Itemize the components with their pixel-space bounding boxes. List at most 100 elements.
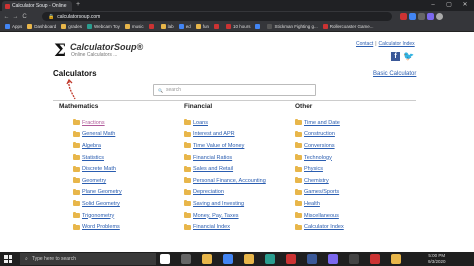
calculator-category-item[interactable]: Games/Sports <box>295 187 400 199</box>
bookmark-item[interactable]: grades <box>61 24 82 29</box>
calculator-category-item[interactable]: Financial Ratios <box>184 152 289 164</box>
category-link[interactable]: Saving and Investing <box>193 201 244 207</box>
category-link[interactable]: Algebra <box>82 143 101 149</box>
url-input[interactable]: 🔒 calculatorsoup.com <box>42 12 392 21</box>
category-link[interactable]: Financial Index <box>193 224 230 230</box>
calculator-category-item[interactable]: Statistics <box>73 152 178 164</box>
minimize-button[interactable]: – <box>426 0 440 10</box>
taskbar-search-input[interactable]: ⌕ Type here to search <box>20 253 156 265</box>
category-link[interactable]: Games/Sports <box>304 189 339 195</box>
taskbar-clock[interactable]: 5:00 PM 9/3/2020 <box>428 253 446 265</box>
calculator-category-item[interactable]: Trigonometry <box>73 210 178 222</box>
bookmark-item[interactable]: ed <box>178 24 191 29</box>
calculator-category-item[interactable]: General Math <box>73 129 178 141</box>
category-link[interactable]: Plane Geometry <box>82 189 122 195</box>
search-input[interactable]: 🔍 search <box>153 84 316 96</box>
close-window-button[interactable]: ✕ <box>458 0 472 10</box>
bookmark-item[interactable]: fun <box>195 24 209 29</box>
calculator-category-item[interactable]: Time and Date <box>295 117 400 129</box>
browser-tab[interactable]: Calculator Soup - Online Calculat <box>2 1 72 11</box>
calculator-category-item[interactable]: Construction <box>295 129 400 141</box>
calculator-category-item[interactable]: Depreciation <box>184 187 289 199</box>
logo-sigma-icon[interactable]: Σ <box>54 41 66 61</box>
taskbar-app-icon[interactable] <box>370 254 380 264</box>
calculator-category-item[interactable]: Fractions <box>73 117 178 129</box>
category-link[interactable]: Trigonometry <box>82 213 114 219</box>
category-link[interactable]: Money, Pay, Taxes <box>193 213 239 219</box>
extension-icon[interactable] <box>400 13 407 20</box>
bookmark-item[interactable]: Webcam Toy <box>87 24 120 29</box>
calculator-category-item[interactable]: Algebra <box>73 140 178 152</box>
category-link[interactable]: Conversions <box>304 143 335 149</box>
calculator-category-item[interactable]: Health <box>295 198 400 210</box>
category-link[interactable]: Interest and APR <box>193 131 235 137</box>
new-tab-button[interactable]: + <box>76 1 80 8</box>
taskbar-app-icon[interactable] <box>349 254 359 264</box>
calculator-category-item[interactable]: Sales and Retail <box>184 163 289 175</box>
category-link[interactable]: Sales and Retail <box>193 166 233 172</box>
calculator-category-item[interactable]: Word Problems <box>73 221 178 233</box>
bookmark-item[interactable]: Apps <box>5 24 22 29</box>
extension-icon[interactable] <box>427 13 434 20</box>
calculator-category-item[interactable]: Geometry <box>73 175 178 187</box>
taskbar-app-icon[interactable] <box>223 254 233 264</box>
bookmark-item[interactable]: lab <box>160 24 174 29</box>
category-link[interactable]: Discrete Math <box>82 166 116 172</box>
calculator-category-item[interactable]: Financial Index <box>184 221 289 233</box>
category-link[interactable]: Health <box>304 201 320 207</box>
forward-icon[interactable]: → <box>11 14 20 20</box>
calculator-category-item[interactable]: Calculator Index <box>295 221 400 233</box>
taskbar-app-icon[interactable] <box>286 254 296 264</box>
basic-calculator-link[interactable]: Basic Calculator <box>373 71 416 77</box>
category-link[interactable]: Miscellaneous <box>304 213 339 219</box>
category-link[interactable]: Personal Finance, Accounting <box>193 178 266 184</box>
extension-icon[interactable] <box>418 13 425 20</box>
bookmark-item[interactable]: Stickman Fighting g... <box>267 24 318 29</box>
calculator-category-item[interactable]: Conversions <box>295 140 400 152</box>
taskbar-app-icon[interactable] <box>307 254 317 264</box>
category-link[interactable]: Physics <box>304 166 323 172</box>
contact-link[interactable]: Contact <box>356 41 373 47</box>
bookmark-item[interactable]: music <box>124 24 144 29</box>
reload-icon[interactable]: C <box>20 14 29 20</box>
category-link[interactable]: Loans <box>193 120 208 126</box>
calculator-category-item[interactable]: Time Value of Money <box>184 140 289 152</box>
extension-icon[interactable] <box>409 13 416 20</box>
twitter-icon[interactable]: 🐦 <box>403 52 414 61</box>
facebook-icon[interactable]: f <box>391 52 400 61</box>
bookmark-item[interactable]: Rollercoaster Game... <box>322 24 374 29</box>
site-logo-name[interactable]: CalculatorSoup® <box>70 42 143 52</box>
taskbar-app-icon[interactable] <box>265 254 275 264</box>
taskbar-app-icon[interactable] <box>202 254 212 264</box>
category-link[interactable]: Time Value of Money <box>193 143 244 149</box>
calculator-category-item[interactable]: Chemistry <box>295 175 400 187</box>
category-link[interactable]: Word Problems <box>82 224 120 230</box>
category-link[interactable]: Financial Ratios <box>193 155 232 161</box>
calculator-category-item[interactable]: Discrete Math <box>73 163 178 175</box>
calculator-index-link[interactable]: Calculator Index <box>379 41 415 47</box>
category-link[interactable]: General Math <box>82 131 115 137</box>
category-link[interactable]: Technology <box>304 155 332 161</box>
category-link[interactable]: Statistics <box>82 155 104 161</box>
calculator-category-item[interactable]: Physics <box>295 163 400 175</box>
category-link[interactable]: Geometry <box>82 178 106 184</box>
maximize-button[interactable]: ▢ <box>442 0 456 10</box>
calculator-category-item[interactable]: Money, Pay, Taxes <box>184 210 289 222</box>
category-link[interactable]: Solid Geometry <box>82 201 120 207</box>
bookmark-item[interactable]: Dashboard <box>27 24 56 29</box>
calculator-category-item[interactable]: Miscellaneous <box>295 210 400 222</box>
taskbar-app-icon[interactable] <box>391 254 401 264</box>
calculator-category-item[interactable]: Plane Geometry <box>73 187 178 199</box>
calculator-category-item[interactable]: Saving and Investing <box>184 198 289 210</box>
bookmark-item[interactable] <box>148 24 156 29</box>
bookmark-item[interactable]: 10 hours <box>225 24 250 29</box>
category-link[interactable]: Depreciation <box>193 189 224 195</box>
taskbar-app-icon[interactable] <box>244 254 254 264</box>
calculator-category-item[interactable]: Technology <box>295 152 400 164</box>
calculator-category-item[interactable]: Interest and APR <box>184 129 289 141</box>
windows-start-icon[interactable] <box>4 255 12 263</box>
calculator-category-item[interactable]: Loans <box>184 117 289 129</box>
calculator-category-item[interactable]: Personal Finance, Accounting <box>184 175 289 187</box>
profile-avatar[interactable] <box>436 13 443 20</box>
taskbar-app-icon[interactable] <box>160 254 170 264</box>
